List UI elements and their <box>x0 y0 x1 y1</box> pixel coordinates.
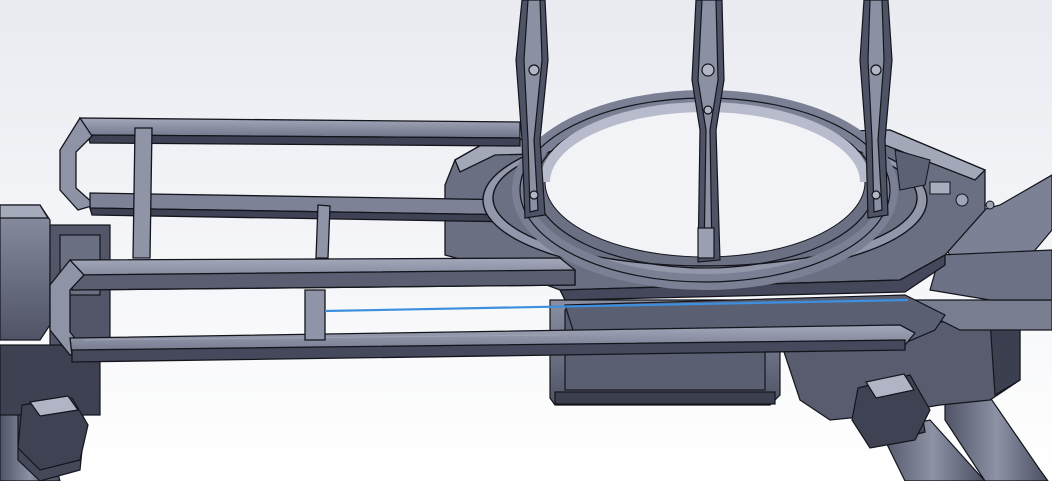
motor-connector-left[interactable] <box>17 395 89 471</box>
assembly-model[interactable] <box>0 0 1052 481</box>
cad-viewport[interactable] <box>0 0 1052 481</box>
